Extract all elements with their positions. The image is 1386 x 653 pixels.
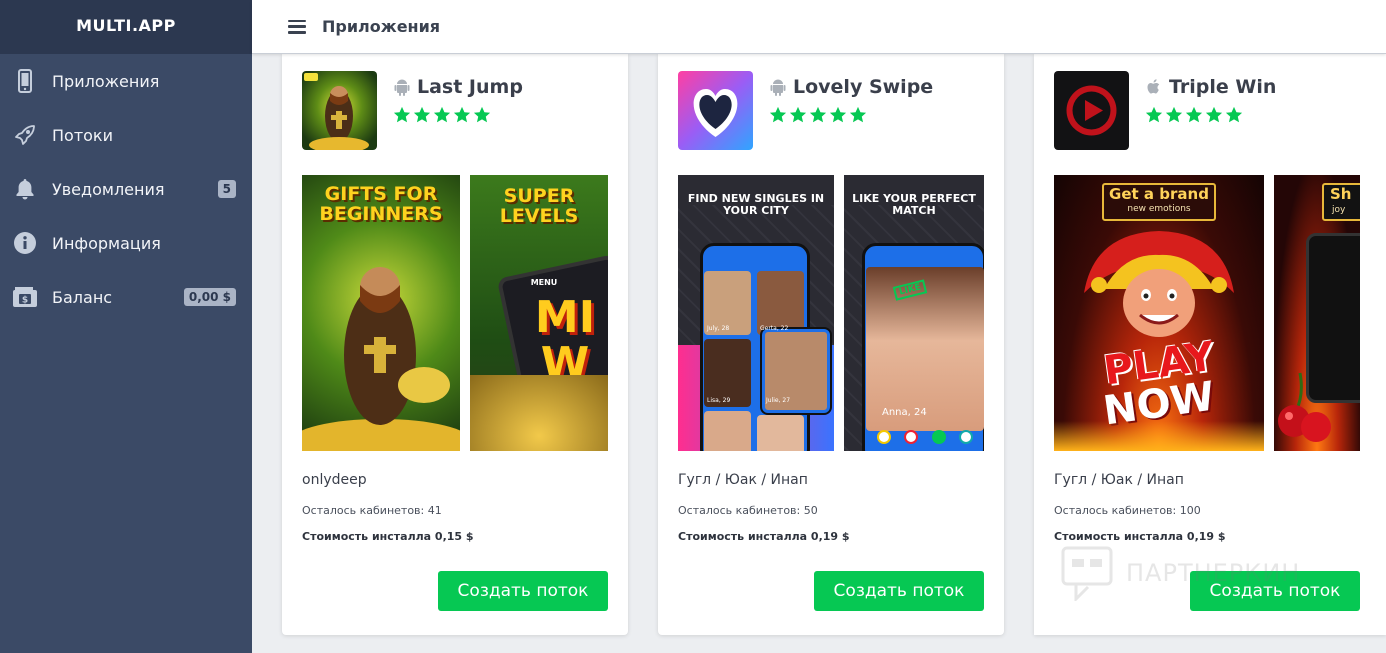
star-icon (789, 106, 807, 123)
screenshot-caption: SUPER LEVELS (499, 185, 579, 227)
app-card: Lovely Swipe FIND NEW SINGLES IN YOUR CI… (658, 54, 1004, 635)
menu-toggle-icon[interactable] (288, 19, 306, 34)
screenshot-subcaption: joy (1332, 205, 1346, 215)
watermark: ПАРТНЕРКИН (1060, 545, 1300, 601)
screenshot-caption: LIKE YOUR PERFECT MATCH (852, 192, 976, 217)
rating-stars (1145, 106, 1243, 124)
screenshot-menu-label: MENU (530, 278, 558, 287)
phone-icon (12, 68, 38, 94)
screenshot: LIKE YOUR PERFECT MATCH LIKE Anna, 24 (844, 175, 984, 451)
screenshot: GIFTS FOR BEGINNERS (302, 175, 460, 451)
profile-label: Lisa, 29 (707, 397, 731, 404)
cabinets-left: Осталось кабинетов: 100 (1054, 504, 1201, 517)
app-icon[interactable] (1054, 71, 1129, 150)
screenshot-caption: GIFTS FOR BEGINNERS (319, 183, 443, 225)
screenshot-big-text: MI W (534, 292, 596, 390)
screenshot-caption: Get a brand (1109, 185, 1209, 203)
star-icon (1185, 106, 1203, 123)
install-price: Стоимость инсталла 0,15 $ (302, 530, 474, 543)
profile-label: Gerta, 22 (760, 325, 789, 332)
rating-stars (393, 106, 491, 124)
create-stream-button[interactable]: Создать поток (814, 571, 984, 611)
star-icon (849, 106, 867, 123)
profile-label: Julie, 27 (766, 397, 791, 404)
screenshot-caption: FIND NEW SINGLES IN YOUR CITY (687, 192, 825, 217)
cabinets-left: Осталось кабинетов: 50 (678, 504, 818, 517)
screenshot: Sh joy (1274, 175, 1360, 451)
profile-label: July, 28 (707, 325, 730, 332)
bell-icon (12, 176, 38, 202)
screenshots-carousel[interactable]: FIND NEW SINGLES IN YOUR CITY July, 28 G… (678, 175, 984, 451)
page-title: Приложения (322, 17, 441, 36)
android-icon (770, 79, 786, 96)
sidebar: MULTI.APP Приложения Потоки Уведомления … (0, 0, 252, 653)
app-card: Last Jump GIFTS FOR BEGINNERS SUPER LEVE… (282, 54, 628, 635)
screenshot-subcaption: new emotions (1127, 204, 1191, 214)
balance-badge: 0,00 $ (183, 288, 236, 306)
star-icon (413, 106, 431, 123)
star-icon (453, 106, 471, 123)
star-icon (1165, 106, 1183, 123)
install-price: Стоимость инсталла 0,19 $ (1054, 530, 1226, 543)
star-icon (809, 106, 827, 123)
cabinets-left: Осталось кабинетов: 41 (302, 504, 442, 517)
star-icon (1205, 106, 1223, 123)
sidebar-item-info[interactable]: Информация (0, 216, 252, 270)
app-icon[interactable] (678, 71, 753, 150)
watermark-text: ПАРТНЕРКИН (1126, 559, 1301, 587)
watermark-logo-icon (1061, 546, 1113, 601)
screenshot: FIND NEW SINGLES IN YOUR CITY July, 28 G… (678, 175, 834, 451)
publisher-name: onlydeep (302, 472, 367, 488)
sidebar-item-apps[interactable]: Приложения (0, 54, 252, 108)
screenshot: SUPER LEVELS MENU MI W (470, 175, 608, 451)
app-name[interactable]: Lovely Swipe (793, 76, 933, 98)
android-icon (394, 79, 410, 96)
star-icon (829, 106, 847, 123)
publisher-name: Гугл / Юак / Инап (678, 472, 808, 488)
screenshots-carousel[interactable]: GIFTS FOR BEGINNERS SUPER LEVELS MENU MI… (302, 175, 608, 451)
screenshot: Get a brand new emotions PLAY NOW (1054, 175, 1264, 451)
star-icon (769, 106, 787, 123)
install-price: Стоимость инсталла 0,19 $ (678, 530, 850, 543)
create-stream-button[interactable]: Создать поток (438, 571, 608, 611)
screenshots-carousel[interactable]: Get a brand new emotions PLAY NOW Sh joy (1054, 175, 1360, 451)
profile-label: Anna, 24 (882, 407, 927, 418)
screenshot-caption: Sh (1330, 185, 1352, 203)
app-icon[interactable] (302, 71, 377, 150)
star-icon (473, 106, 491, 123)
info-icon (12, 230, 38, 256)
sidebar-item-label: Приложения (52, 71, 160, 91)
sidebar-item-notifications[interactable]: Уведомления 5 (0, 162, 252, 216)
top-header: Приложения (252, 0, 1386, 54)
rating-stars (769, 106, 867, 124)
sidebar-item-label: Баланс (52, 287, 113, 307)
star-icon (433, 106, 451, 123)
svg-text:$: $ (22, 296, 28, 306)
star-icon (1225, 106, 1243, 123)
sidebar-item-label: Уведомления (52, 179, 165, 199)
apple-icon (1147, 79, 1160, 94)
sidebar-item-label: Потоки (52, 125, 113, 145)
rocket-icon (12, 122, 38, 148)
star-icon (1145, 106, 1163, 123)
sidebar-item-streams[interactable]: Потоки (0, 108, 252, 162)
wallet-icon: $ (12, 284, 38, 310)
notifications-badge: 5 (217, 180, 236, 198)
sidebar-item-label: Информация (52, 233, 161, 253)
app-name[interactable]: Triple Win (1169, 76, 1276, 98)
app-logo[interactable]: MULTI.APP (0, 0, 252, 54)
sidebar-item-balance[interactable]: $ Баланс 0,00 $ (0, 270, 252, 324)
publisher-name: Гугл / Юак / Инап (1054, 472, 1184, 488)
app-name[interactable]: Last Jump (417, 76, 523, 98)
star-icon (393, 106, 411, 123)
